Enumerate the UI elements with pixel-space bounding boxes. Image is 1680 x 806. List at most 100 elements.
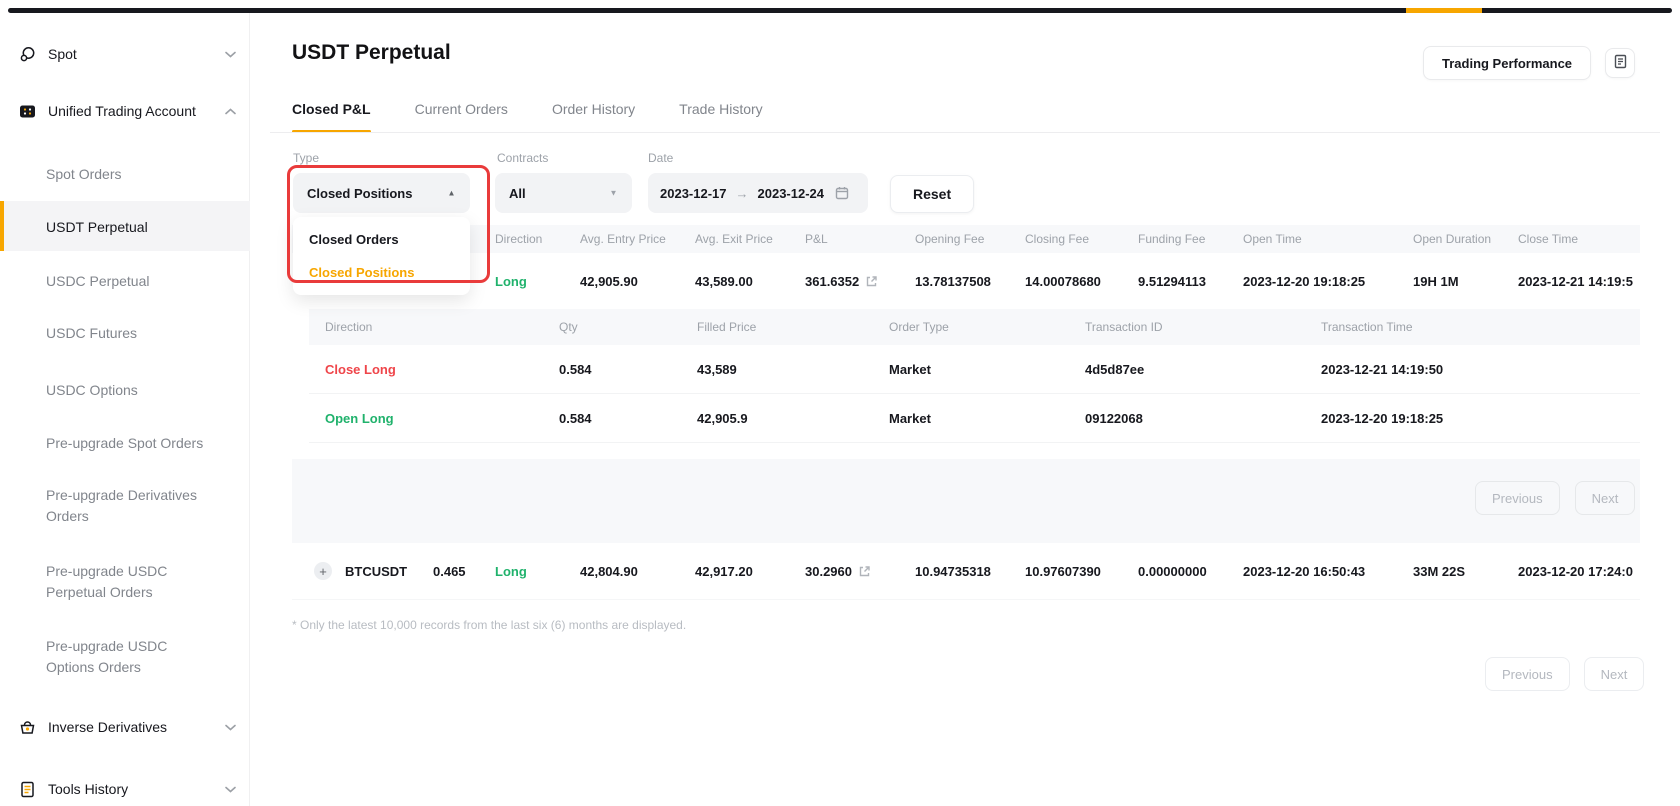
cell-qty: 0.465 <box>425 564 487 579</box>
date-start: 2023-12-17 <box>660 186 727 201</box>
unified-account-icon <box>19 103 36 120</box>
subcell-direction: Close Long <box>309 362 543 377</box>
share-pnl-icon[interactable] <box>858 565 871 578</box>
subtable-row: Open Long 0.584 42,905.9 Market 09122068… <box>309 394 1640 443</box>
subcell-filled-price: 43,589 <box>681 362 873 377</box>
chevron-down-icon <box>225 786 236 793</box>
contracts-filter-label: Contracts <box>497 151 548 165</box>
cell-pnl: 30.2960 <box>805 564 852 579</box>
chevron-down-icon <box>225 724 236 731</box>
expanded-pagination-panel: Previous Next <box>292 459 1640 543</box>
cell-funding-fee: 9.51294113 <box>1130 274 1235 289</box>
date-filter-label: Date <box>648 151 673 165</box>
report-icon <box>1613 54 1628 72</box>
cell-opening-fee: 10.94735318 <box>907 564 1017 579</box>
cell-closing-fee: 10.97607390 <box>1017 564 1130 579</box>
table-pagination: Previous Next <box>1485 657 1644 691</box>
menu-option-closed-orders[interactable]: Closed Orders <box>293 223 470 256</box>
sidebar-item-label: Spot <box>48 46 77 62</box>
expanded-next-button[interactable]: Next <box>1575 481 1636 515</box>
tab-current-orders[interactable]: Current Orders <box>415 101 508 133</box>
closed-pnl-table: Direction Avg. Entry Price Avg. Exit Pri… <box>292 225 1640 632</box>
calendar-icon <box>835 186 849 200</box>
sidebar-item-label: Unified Trading Account <box>48 103 196 119</box>
contracts-select[interactable]: All ▼ <box>495 173 632 213</box>
cell-avg-entry: 42,804.90 <box>572 564 687 579</box>
sidebar-item-pre-upgrade-spot-orders[interactable]: Pre-upgrade Spot Orders <box>0 433 250 454</box>
sidebar-item-pre-upgrade-usdc-options-orders[interactable]: Pre-upgrade USDC Options Orders <box>0 636 250 678</box>
next-page-button[interactable]: Next <box>1584 657 1645 691</box>
trading-performance-button[interactable]: Trading Performance <box>1423 46 1591 80</box>
menu-option-closed-positions[interactable]: Closed Positions <box>293 256 470 289</box>
table-row: + BTCUSDT 0.465 Long 42,804.90 42,917.20… <box>292 543 1640 600</box>
sidebar-item-spot-orders[interactable]: Spot Orders <box>0 164 250 185</box>
sidebar-item-spot[interactable]: Spot <box>0 40 250 68</box>
subcell-qty: 0.584 <box>543 411 681 426</box>
cell-avg-entry: 42,905.90 <box>572 274 687 289</box>
subcol-filled-price: Filled Price <box>681 320 873 334</box>
sidebar-item-usdt-perpetual[interactable]: USDT Perpetual <box>0 217 250 238</box>
cell-pnl: 361.6352 <box>805 274 859 289</box>
subcell-transaction-time: 2023-12-21 14:19:50 <box>1305 362 1640 377</box>
tab-closed-pnl[interactable]: Closed P&L <box>292 101 371 133</box>
sidebar-item-pre-upgrade-derivatives-orders[interactable]: Pre-upgrade Derivatives Orders <box>0 485 250 527</box>
main-content: USDT Perpetual Trading Performance Close… <box>250 13 1680 806</box>
table-row: − BTCUSDT 0.584 Long 42,905.90 43,589.00… <box>292 253 1640 309</box>
report-icon-button[interactable] <box>1605 48 1635 78</box>
reset-button[interactable]: Reset <box>890 175 974 213</box>
sidebar-item-label: Tools History <box>48 781 128 797</box>
subcol-transaction-time: Transaction Time <box>1305 320 1640 334</box>
type-filter-label: Type <box>293 151 319 165</box>
col-closing-fee: Closing Fee <box>1017 232 1130 246</box>
date-end: 2023-12-24 <box>758 186 825 201</box>
cell-avg-exit: 42,917.20 <box>687 564 797 579</box>
col-opening-fee: Opening Fee <box>907 232 1017 246</box>
sidebar-item-inverse-derivatives[interactable]: Inverse Derivatives <box>0 713 250 741</box>
expand-row-button[interactable]: + <box>314 562 332 580</box>
tab-order-history[interactable]: Order History <box>552 101 635 133</box>
expanded-previous-button[interactable]: Previous <box>1475 481 1560 515</box>
cell-open-duration: 33M 22S <box>1405 564 1510 579</box>
caret-up-icon: ▲ <box>448 189 456 198</box>
sidebar-item-tools-history[interactable]: Tools History <box>0 775 250 803</box>
col-open-duration: Open Duration <box>1405 232 1510 246</box>
tab-trade-history[interactable]: Trade History <box>679 101 763 133</box>
spot-icon <box>19 46 36 63</box>
previous-page-button[interactable]: Previous <box>1485 657 1570 691</box>
subcell-order-type: Market <box>873 411 1069 426</box>
type-select-value: Closed Positions <box>307 186 412 201</box>
col-open-time: Open Time <box>1235 232 1405 246</box>
sidebar-item-pre-upgrade-usdc-perpetual-orders[interactable]: Pre-upgrade USDC Perpetual Orders <box>0 561 250 603</box>
col-direction: Direction <box>487 232 572 246</box>
cell-direction: Long <box>487 564 572 579</box>
share-pnl-icon[interactable] <box>865 275 878 288</box>
subcell-qty: 0.584 <box>543 362 681 377</box>
subcol-order-type: Order Type <box>873 320 1069 334</box>
date-range-arrow: → <box>736 186 749 201</box>
tools-history-icon <box>19 781 36 798</box>
cell-closing-fee: 14.00078680 <box>1017 274 1130 289</box>
sidebar-item-usdc-futures[interactable]: USDC Futures <box>0 323 250 344</box>
chevron-up-icon <box>225 108 236 115</box>
sidebar-item-unified-trading-account[interactable]: Unified Trading Account <box>0 97 250 125</box>
subcell-order-type: Market <box>873 362 1069 377</box>
type-select-menu: Closed Orders Closed Positions <box>293 217 470 295</box>
subtable-row: Close Long 0.584 43,589 Market 4d5d87ee … <box>309 345 1640 394</box>
sidebar-item-usdc-perpetual[interactable]: USDC Perpetual <box>0 271 250 292</box>
cell-avg-exit: 43,589.00 <box>687 274 797 289</box>
cell-direction: Long <box>487 274 572 289</box>
col-pnl: P&L <box>797 232 907 246</box>
cell-close-time: 2023-12-20 17:24:0 <box>1510 564 1640 579</box>
subtable-header-row: Direction Qty Filled Price Order Type Tr… <box>309 309 1640 345</box>
cell-opening-fee: 13.78137508 <box>907 274 1017 289</box>
caret-down-icon: ▼ <box>610 189 618 198</box>
cell-open-time: 2023-12-20 16:50:43 <box>1235 564 1405 579</box>
cell-open-time: 2023-12-20 19:18:25 <box>1235 274 1405 289</box>
date-range-picker[interactable]: 2023-12-17 → 2023-12-24 <box>648 173 868 213</box>
expanded-order-details: Direction Qty Filled Price Order Type Tr… <box>309 309 1640 443</box>
cell-open-duration: 19H 1M <box>1405 274 1510 289</box>
type-select[interactable]: Closed Positions ▲ <box>293 173 470 213</box>
inverse-derivatives-icon <box>19 719 36 736</box>
sidebar-item-usdc-options[interactable]: USDC Options <box>0 380 250 401</box>
col-funding-fee: Funding Fee <box>1130 232 1235 246</box>
